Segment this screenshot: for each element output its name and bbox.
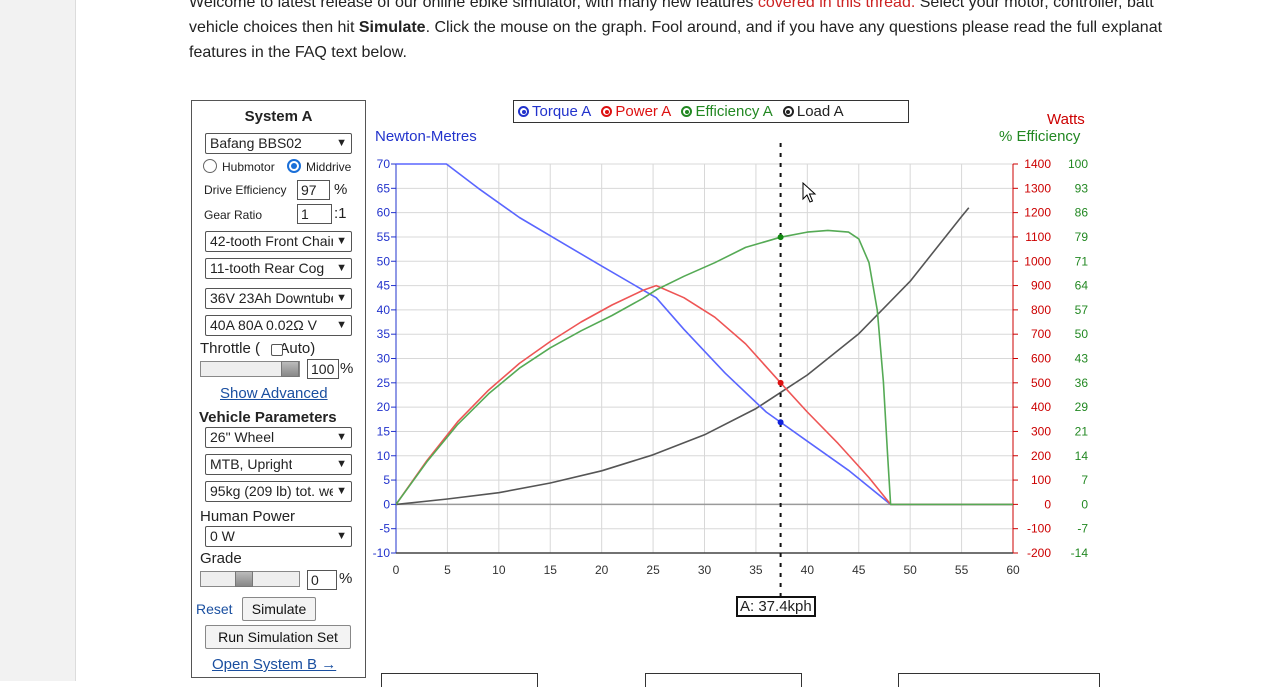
y-right-eff-tick-label: 36 xyxy=(1075,376,1089,390)
y-left-tick-label: 55 xyxy=(377,230,391,244)
x-tick-label: 25 xyxy=(646,563,660,577)
y-left-tick-label: 0 xyxy=(383,497,390,511)
x-tick-label: 40 xyxy=(801,563,815,577)
y-right-watts-tick-label: 200 xyxy=(1031,449,1051,463)
y-right-watts-tick-label: 500 xyxy=(1031,376,1051,390)
y-left-tick-label: 30 xyxy=(377,352,391,366)
y-right-eff-tick-label: 57 xyxy=(1075,303,1089,317)
y-right-watts-tick-label: 700 xyxy=(1031,327,1051,341)
y-left-tick-label: 5 xyxy=(383,473,390,487)
y-right-eff-tick-label: 0 xyxy=(1081,497,1088,511)
y-right-watts-tick-label: 1400 xyxy=(1024,157,1051,171)
y-right-eff-tick-label: 21 xyxy=(1075,424,1089,438)
efficiency-marker xyxy=(777,234,784,241)
y-right-watts-tick-label: 1000 xyxy=(1024,254,1051,268)
y-right-eff-tick-label: 93 xyxy=(1075,181,1089,195)
x-tick-label: 35 xyxy=(749,563,763,577)
y-right-eff-tick-label: 7 xyxy=(1081,473,1088,487)
x-tick-label: 60 xyxy=(1006,563,1020,577)
electrical-table-stub xyxy=(645,673,802,687)
speed-readout: A: 37.4kph xyxy=(736,596,816,617)
y-right-watts-tick-label: 1100 xyxy=(1025,230,1051,244)
x-tick-label: 10 xyxy=(492,563,506,577)
y-left-tick-label: 10 xyxy=(377,449,391,463)
y-left-tick-label: 20 xyxy=(377,400,391,414)
performance-table-stub xyxy=(898,673,1100,687)
y-right-eff-tick-label: -14 xyxy=(1071,546,1089,560)
x-tick-label: 45 xyxy=(852,563,866,577)
load-series-line xyxy=(396,207,970,506)
y-left-tick-label: 45 xyxy=(377,279,391,293)
y-right-eff-tick-label: 43 xyxy=(1075,352,1089,366)
y-right-watts-tick-label: 300 xyxy=(1031,424,1051,438)
y-left-tick-label: 25 xyxy=(377,376,391,390)
y-right-eff-tick-label: -7 xyxy=(1077,522,1088,536)
y-left-tick-label: 35 xyxy=(377,327,391,341)
x-tick-label: 15 xyxy=(544,563,558,577)
y-right-eff-tick-label: 29 xyxy=(1075,400,1089,414)
y-left-tick-label: 60 xyxy=(377,206,391,220)
y-left-tick-label: -10 xyxy=(373,546,391,560)
y-right-watts-tick-label: 100 xyxy=(1031,473,1051,487)
y-right-eff-tick-label: 14 xyxy=(1075,449,1089,463)
chart-markers xyxy=(777,143,784,596)
x-tick-label: 30 xyxy=(698,563,712,577)
y-left-tick-label: 70 xyxy=(377,157,391,171)
y-left-tick-label: 40 xyxy=(377,303,391,317)
y-right-watts-tick-label: 1200 xyxy=(1024,206,1051,220)
performance-chart[interactable]: 0 5 10 15 20 25 30 35 40 45 50 55 6070 1400 10065 1300 9… xyxy=(0,0,1284,681)
y-left-tick-label: 65 xyxy=(377,181,391,195)
x-tick-label: 0 xyxy=(393,563,400,577)
y-right-watts-tick-label: 600 xyxy=(1031,352,1051,366)
y-left-tick-label: -5 xyxy=(379,522,390,536)
y-right-eff-tick-label: 79 xyxy=(1075,230,1089,244)
results-table-stub xyxy=(381,673,538,687)
y-left-tick-label: 50 xyxy=(377,254,391,268)
y-right-watts-tick-label: 800 xyxy=(1031,303,1051,317)
y-right-watts-tick-label: 400 xyxy=(1031,400,1051,414)
y-right-eff-tick-label: 71 xyxy=(1075,254,1089,268)
y-right-eff-tick-label: 86 xyxy=(1075,206,1089,220)
x-tick-label: 50 xyxy=(903,563,917,577)
chart-axes: 0 5 10 15 20 25 30 35 40 45 50 55 6070 1400 10065 1300 9… xyxy=(373,157,1089,577)
y-right-watts-tick-label: -100 xyxy=(1027,522,1051,536)
x-tick-label: 55 xyxy=(955,563,969,577)
y-left-tick-label: 15 xyxy=(377,424,391,438)
y-right-watts-tick-label: -200 xyxy=(1027,546,1051,560)
y-right-watts-tick-label: 0 xyxy=(1044,497,1051,511)
power-marker xyxy=(777,379,784,386)
y-right-eff-tick-label: 64 xyxy=(1075,279,1089,293)
x-tick-label: 5 xyxy=(444,563,451,577)
y-right-eff-tick-label: 100 xyxy=(1068,157,1088,171)
torque-marker xyxy=(777,419,784,426)
y-right-watts-tick-label: 900 xyxy=(1031,279,1051,293)
x-tick-label: 20 xyxy=(595,563,609,577)
y-right-eff-tick-label: 50 xyxy=(1075,327,1089,341)
mouse-pointer-icon xyxy=(802,182,817,203)
y-right-watts-tick-label: 1300 xyxy=(1024,181,1051,195)
